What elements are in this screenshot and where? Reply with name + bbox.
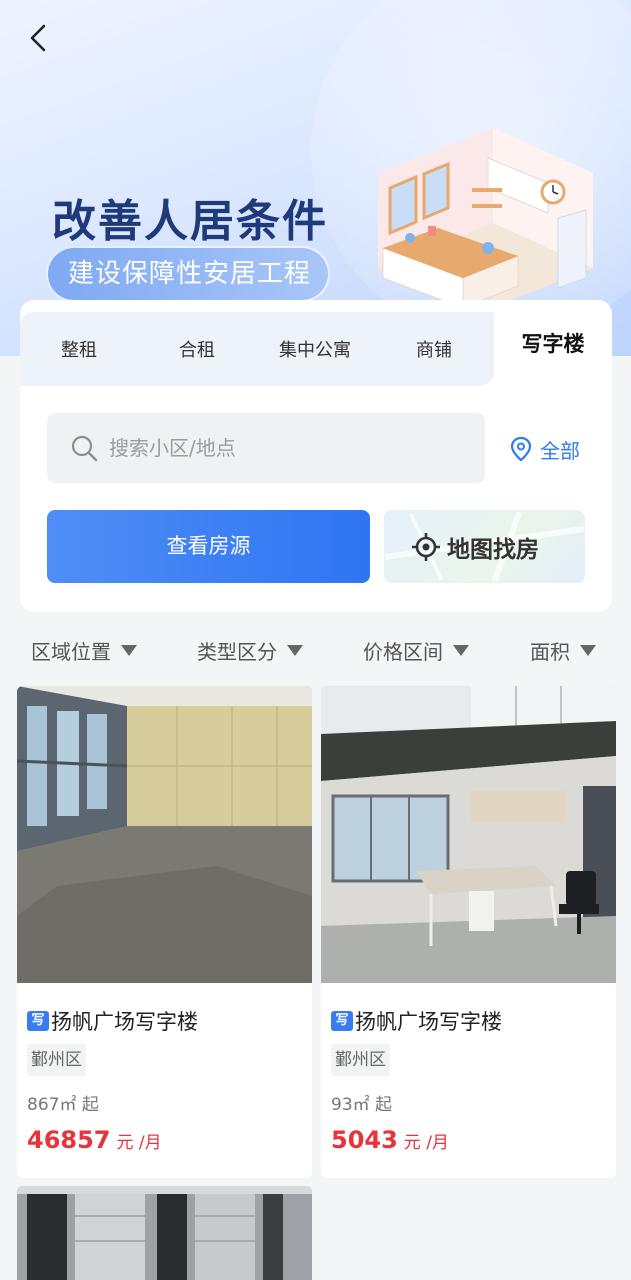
map-search-label: 地图找房 bbox=[447, 536, 539, 563]
listing-title-text: 扬帆广场写字楼 bbox=[51, 1010, 198, 1034]
tab-whole-rent[interactable]: 整租 bbox=[20, 312, 138, 386]
back-arrow-icon[interactable] bbox=[22, 20, 58, 56]
filter-area[interactable]: 面积 bbox=[530, 636, 596, 665]
tab-shop[interactable]: 商铺 bbox=[374, 312, 494, 386]
banner-title: 改善人居条件 bbox=[52, 196, 328, 247]
listing-photo bbox=[321, 686, 616, 983]
price-unit: 元 /月 bbox=[116, 1133, 162, 1153]
listing-card[interactable] bbox=[17, 1186, 312, 1280]
listing-card[interactable]: 写 扬帆广场写字楼 鄞州区 93㎡ 起 5043 元 /月 bbox=[321, 686, 616, 1178]
caret-down-icon bbox=[121, 645, 137, 656]
listing-photo bbox=[17, 686, 312, 983]
listing-photo bbox=[17, 1186, 312, 1280]
price-value: 5043 bbox=[331, 1126, 398, 1154]
view-listings-button[interactable]: 查看房源 bbox=[47, 510, 370, 583]
listing-card[interactable]: 写 扬帆广场写字楼 鄞州区 867㎡ 起 46857 元 /月 bbox=[17, 686, 312, 1178]
location-pin-icon bbox=[510, 436, 532, 462]
location-filter-label: 全部 bbox=[540, 438, 580, 463]
room-illustration bbox=[378, 128, 593, 313]
map-search-button[interactable]: 地图找房 bbox=[384, 510, 585, 583]
banner-subtitle: 建设保障性安居工程 bbox=[46, 246, 330, 302]
search-card: 整租 合租 集中公寓 商铺 写字楼 全部 查看房源 bbox=[20, 300, 612, 612]
filter-price-label: 价格区间 bbox=[363, 640, 443, 664]
price-unit: 元 /月 bbox=[403, 1133, 449, 1153]
tab-office[interactable]: 写字楼 bbox=[494, 300, 612, 380]
search-icon bbox=[71, 435, 98, 462]
search-box bbox=[47, 413, 485, 483]
location-filter[interactable]: 全部 bbox=[510, 433, 580, 465]
district-badge: 鄞州区 bbox=[331, 1044, 390, 1076]
office-tag-icon: 写 bbox=[331, 1011, 353, 1031]
listing-area: 867㎡ 起 bbox=[27, 1095, 99, 1115]
office-tag-icon: 写 bbox=[27, 1011, 49, 1031]
tab-shared-rent[interactable]: 合租 bbox=[138, 312, 256, 386]
listing-area: 93㎡ 起 bbox=[331, 1095, 393, 1115]
filter-bar: 区域位置 类型区分 价格区间 面积 bbox=[0, 612, 631, 686]
listing-title: 写 扬帆广场写字楼 bbox=[27, 1006, 198, 1036]
filter-price[interactable]: 价格区间 bbox=[363, 636, 469, 665]
crosshair-icon bbox=[412, 532, 440, 561]
listing-price: 46857 元 /月 bbox=[27, 1126, 162, 1154]
price-value: 46857 bbox=[27, 1126, 111, 1154]
filter-region-label: 区域位置 bbox=[31, 640, 111, 664]
listing-title: 写 扬帆广场写字楼 bbox=[331, 1006, 502, 1036]
filter-type[interactable]: 类型区分 bbox=[197, 636, 303, 665]
tab-apartment[interactable]: 集中公寓 bbox=[256, 312, 374, 386]
listing-title-text: 扬帆广场写字楼 bbox=[355, 1010, 502, 1034]
district-badge: 鄞州区 bbox=[27, 1044, 86, 1076]
filter-region[interactable]: 区域位置 bbox=[31, 636, 137, 665]
listing-price: 5043 元 /月 bbox=[331, 1126, 449, 1154]
caret-down-icon bbox=[580, 645, 596, 656]
caret-down-icon bbox=[453, 645, 469, 656]
caret-down-icon bbox=[287, 645, 303, 656]
search-input[interactable] bbox=[109, 413, 469, 483]
filter-area-label: 面积 bbox=[530, 640, 570, 664]
filter-type-label: 类型区分 bbox=[197, 640, 277, 664]
